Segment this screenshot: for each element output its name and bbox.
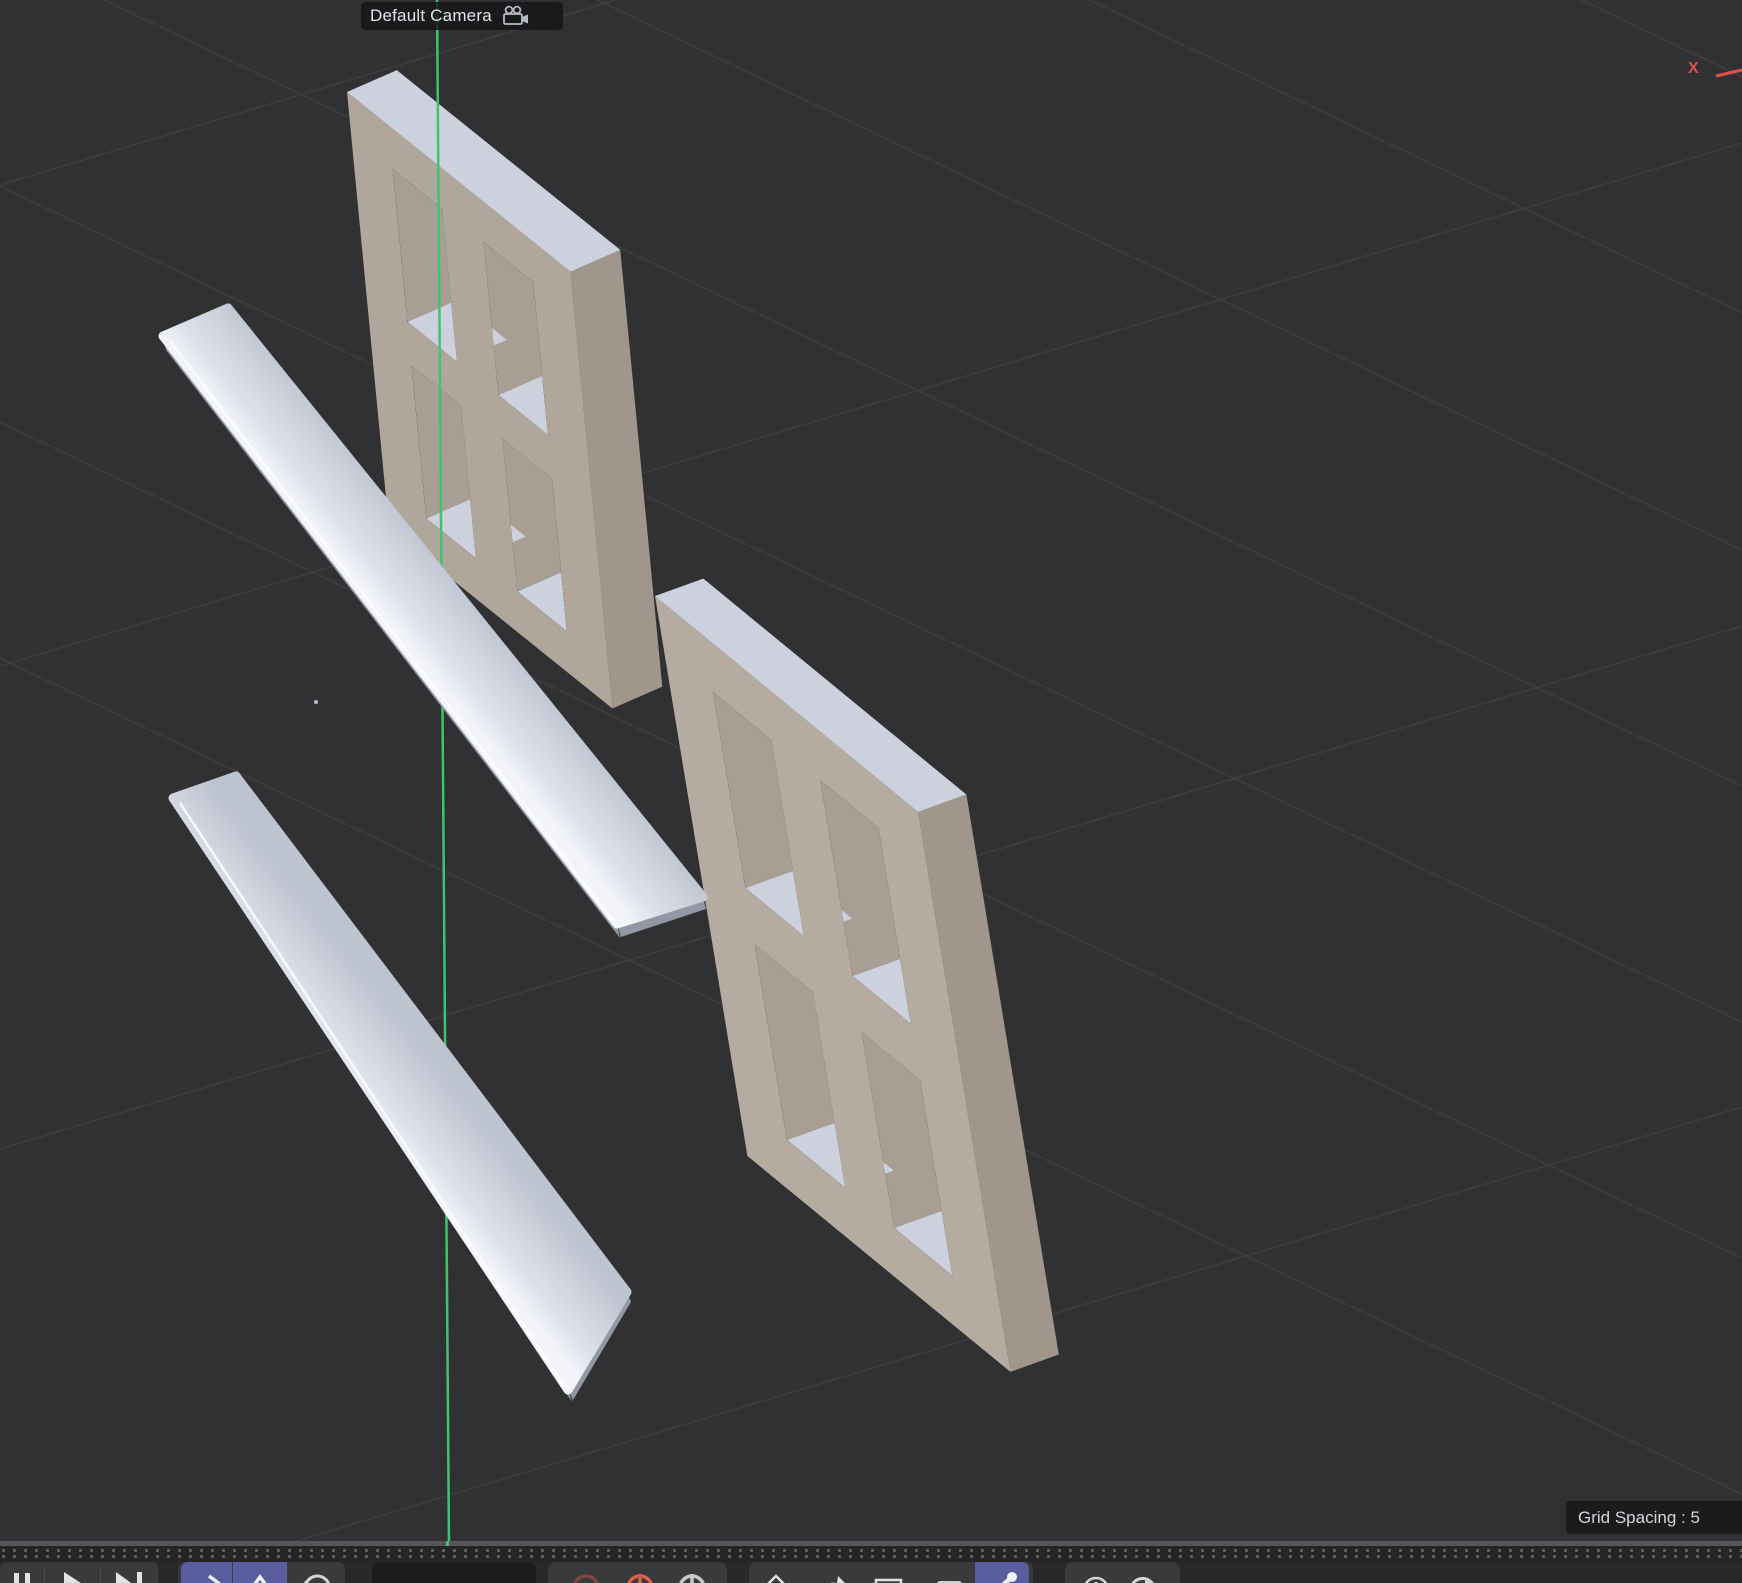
caret-up-icon[interactable] — [246, 1577, 274, 1583]
timeline-ruler[interactable] — [0, 1546, 1742, 1562]
camera-icon — [500, 4, 534, 28]
x-axis-label: X — [1688, 60, 1699, 78]
record-gray-icon[interactable] — [680, 1574, 704, 1583]
viewport-canvas[interactable] — [0, 0, 1742, 1546]
grid-spacing-label: Grid Spacing : 5 — [1566, 1501, 1742, 1534]
ring-dark-red-icon[interactable] — [574, 1576, 598, 1583]
viewport-window: Default Camera X Grid Spacing : 5 — [0, 0, 1742, 1583]
autokey-arrow-icon[interactable] — [820, 1576, 850, 1583]
arrow-right-icon[interactable] — [192, 1576, 221, 1583]
record-red-icon[interactable] — [628, 1574, 652, 1583]
loop-icon[interactable] — [300, 1576, 329, 1583]
camera-label[interactable]: Default Camera — [361, 2, 563, 30]
grid-spacing-text: Grid Spacing : 5 — [1578, 1508, 1700, 1528]
goto-end-icon[interactable] — [116, 1572, 142, 1583]
camera-label-text: Default Camera — [370, 6, 492, 26]
animation-toolbar — [0, 1562, 1742, 1583]
clock-icon[interactable] — [1084, 1578, 1108, 1583]
play-icon[interactable] — [64, 1572, 84, 1583]
diamond-icon[interactable] — [764, 1576, 788, 1583]
refresh-icon[interactable] — [1131, 1578, 1156, 1583]
ruler-ticks-top — [2, 1549, 1742, 1552]
key-icon[interactable] — [988, 1572, 1017, 1583]
ruler-ticks-bottom — [2, 1555, 1742, 1558]
vertex-speck — [314, 700, 318, 704]
pause-icon[interactable] — [14, 1573, 30, 1583]
